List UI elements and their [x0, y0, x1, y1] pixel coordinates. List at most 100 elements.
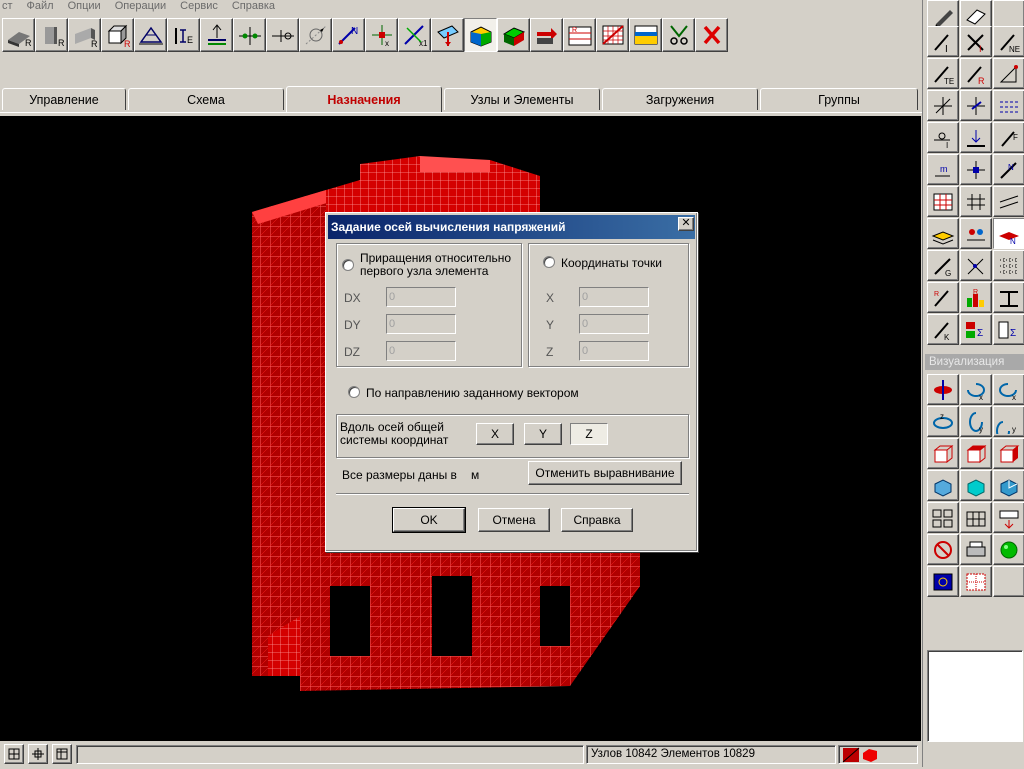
cross-x-tool[interactable]: [960, 250, 992, 281]
color-stack-button[interactable]: [497, 18, 530, 52]
scissors-button[interactable]: [662, 18, 695, 52]
print-tool[interactable]: [960, 534, 992, 565]
node-cross-button[interactable]: x: [365, 18, 398, 52]
rotate-x-tool[interactable]: x: [960, 374, 992, 405]
x-input[interactable]: 0: [579, 287, 649, 307]
triangle-button[interactable]: [993, 58, 1024, 89]
i-hinge-button[interactable]: I: [927, 26, 959, 57]
diagonal-tool[interactable]: [993, 186, 1024, 217]
support-down-tool[interactable]: [960, 122, 992, 153]
red-x-button[interactable]: [695, 18, 728, 52]
rotate-y-tool[interactable]: y: [960, 406, 992, 437]
r-table-button[interactable]: R: [563, 18, 596, 52]
dotted-red-tool[interactable]: [960, 566, 992, 597]
truss-button[interactable]: [134, 18, 167, 52]
r-chart-tool[interactable]: R: [960, 282, 992, 313]
tab-loads[interactable]: Загружения: [602, 88, 758, 110]
hinge-i-tool[interactable]: I: [927, 122, 959, 153]
rigid-button[interactable]: E: [167, 18, 200, 52]
cube-iso-tool[interactable]: [927, 470, 959, 501]
dotted-grid-tool[interactable]: [993, 250, 1024, 281]
menu-item-file[interactable]: Файл: [27, 0, 54, 14]
column-r-button[interactable]: R: [35, 18, 68, 52]
dy-input[interactable]: 0: [386, 314, 456, 334]
cancel-button[interactable]: Отмена: [478, 508, 550, 532]
blue-screen-tool[interactable]: [927, 566, 959, 597]
wire-view-tool[interactable]: [960, 502, 992, 533]
g-load-tool[interactable]: G: [927, 250, 959, 281]
menu-item-help[interactable]: Справка: [232, 0, 275, 14]
cube-top-tool[interactable]: [960, 438, 992, 469]
eraser-r-button[interactable]: R: [2, 18, 35, 52]
hinge-alt-button[interactable]: [266, 18, 299, 52]
help-button[interactable]: Справка: [561, 508, 633, 532]
xy-rotate-button[interactable]: x1: [398, 18, 431, 52]
stress-axes-button[interactable]: [464, 18, 497, 52]
local-axes-button[interactable]: [431, 18, 464, 52]
load-n-tool[interactable]: N: [993, 154, 1024, 185]
tab-control[interactable]: Управление: [2, 88, 126, 110]
cross-i-button[interactable]: I: [960, 26, 992, 57]
cube-side-tool[interactable]: [993, 438, 1024, 469]
section-tool[interactable]: [993, 282, 1024, 313]
support-f-tool[interactable]: F: [993, 122, 1024, 153]
ne-button[interactable]: NE: [993, 26, 1024, 57]
rotate-view-tool[interactable]: [927, 374, 959, 405]
y-input[interactable]: 0: [579, 314, 649, 334]
green-ball-tool[interactable]: [993, 534, 1024, 565]
cube-iso3-tool[interactable]: [993, 470, 1024, 501]
k-tool[interactable]: K: [927, 314, 959, 345]
support-button[interactable]: [200, 18, 233, 52]
sum-grid-tool[interactable]: Σ: [993, 314, 1024, 345]
option-point-radio[interactable]: [543, 256, 555, 268]
plate-r-button[interactable]: R: [68, 18, 101, 52]
box-r-button[interactable]: R: [101, 18, 134, 52]
ok-button[interactable]: OK: [392, 507, 466, 533]
z-input[interactable]: 0: [579, 341, 649, 361]
dz-input[interactable]: 0: [386, 341, 456, 361]
axis-x-button[interactable]: X: [476, 423, 514, 445]
axis-z-button[interactable]: Z: [570, 423, 608, 445]
tab-nodes-elements[interactable]: Узлы и Элементы: [444, 88, 600, 110]
tool-blank-2[interactable]: [993, 566, 1024, 597]
menu-item-options[interactable]: Опции: [68, 0, 101, 14]
plate-load-tool[interactable]: [927, 218, 959, 249]
menu-item-operations[interactable]: Операции: [115, 0, 166, 14]
arrow-stack-button[interactable]: [530, 18, 563, 52]
tab-groups[interactable]: Группы: [760, 88, 918, 110]
option-vector-radio[interactable]: [348, 386, 360, 398]
hash-grid-tool[interactable]: [960, 186, 992, 217]
dialog-close-button[interactable]: ✕: [678, 217, 694, 231]
rotate-x2-tool[interactable]: x: [993, 374, 1024, 405]
frame-view-tool[interactable]: [927, 502, 959, 533]
table-grid-tool[interactable]: [927, 186, 959, 217]
node-cross-alt-tool[interactable]: [960, 90, 992, 121]
menu-item-0[interactable]: ст: [2, 0, 13, 14]
option-increments-radio[interactable]: [342, 259, 354, 271]
filter-view-tool[interactable]: [993, 502, 1024, 533]
axis-y-button[interactable]: Y: [524, 423, 562, 445]
dashed-lines-tool[interactable]: [993, 90, 1024, 121]
snap-table-button[interactable]: [52, 744, 72, 764]
cube-iso2-tool[interactable]: [960, 470, 992, 501]
yellow-plate-button[interactable]: [629, 18, 662, 52]
hinge-button[interactable]: [233, 18, 266, 52]
red-n-tool[interactable]: N: [993, 218, 1024, 249]
rotate-z-tool[interactable]: z: [927, 406, 959, 437]
te-button[interactable]: TE: [927, 58, 959, 89]
snap-grid-button[interactable]: [4, 744, 24, 764]
moment-tool[interactable]: m: [927, 154, 959, 185]
grid-red-button[interactable]: [596, 18, 629, 52]
r-node-button[interactable]: R: [960, 58, 992, 89]
snap-cross-button[interactable]: [28, 744, 48, 764]
rotate-y2-tool[interactable]: y: [993, 406, 1024, 437]
tab-assignments[interactable]: Назначения: [286, 86, 442, 112]
axis-rotate-button[interactable]: [299, 18, 332, 52]
cube-front-tool[interactable]: [927, 438, 959, 469]
sum-table-tool[interactable]: Σ: [960, 314, 992, 345]
node-cross-tool[interactable]: [927, 90, 959, 121]
r-support-tool[interactable]: R: [927, 282, 959, 313]
dx-input[interactable]: 0: [386, 287, 456, 307]
menu-item-service[interactable]: Сервис: [180, 0, 218, 14]
tab-scheme[interactable]: Схема: [128, 88, 284, 110]
